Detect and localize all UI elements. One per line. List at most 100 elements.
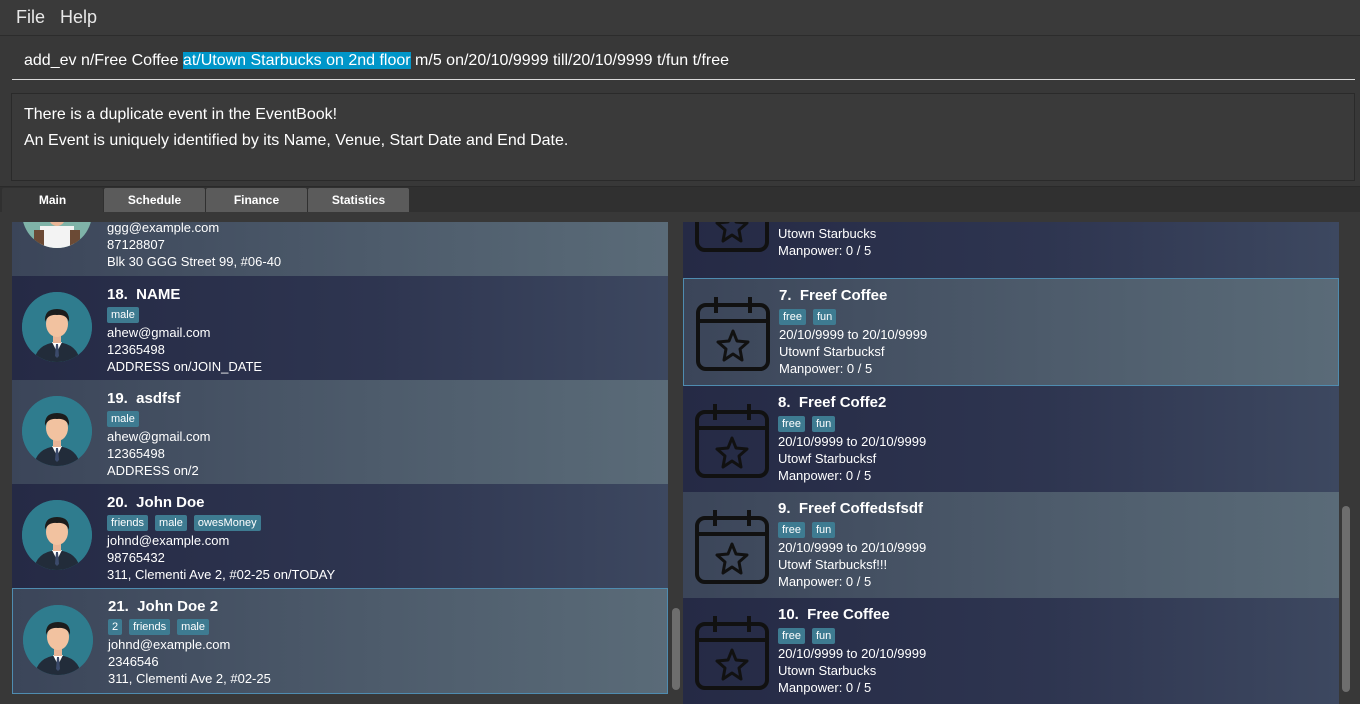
person-name: 19. asdfsf (107, 390, 181, 407)
male-avatar-icon (22, 292, 92, 362)
event-manpower: Manpower: 0 / 5 (778, 680, 872, 695)
person-card[interactable]: 20. John Doe friends male owesMoney john… (12, 484, 668, 588)
person-card[interactable]: 18. NAME male ahew@gmail.com 12365498 AD… (12, 276, 668, 380)
tab-finance[interactable]: Finance (206, 188, 307, 212)
command-box: add_ev n/Free Coffee at/Utown Starbucks … (0, 36, 1360, 88)
result-line-2: An Event is uniquely identified by its N… (24, 132, 569, 149)
command-text-before: add_ev n/Free Coffee (24, 52, 183, 69)
menu-bar: File Help (0, 0, 1360, 36)
event-dates: 20/10/9999 to 20/10/9999 (779, 327, 928, 342)
person-tags: male (107, 307, 139, 323)
event-venue: Utown Starbucks (778, 663, 877, 678)
person-email: ggg@example.com (107, 222, 220, 235)
tag-label: free (778, 416, 805, 432)
person-address: Blk 30 GGG Street 99, #06-40 (107, 254, 282, 269)
tag-label: free (778, 628, 805, 644)
calendar-star-icon (695, 510, 769, 584)
calendar-star-icon (696, 297, 770, 371)
event-card[interactable]: Utown Starbucks Manpower: 0 / 5 (683, 222, 1339, 278)
event-tags: free fun (778, 522, 836, 538)
event-manpower: Manpower: 0 / 5 (778, 574, 872, 589)
event-name: 7. Freef Coffee (779, 287, 888, 304)
person-address: 311, Clementi Ave 2, #02-25 (108, 671, 271, 686)
event-dates: 20/10/9999 to 20/10/9999 (778, 540, 927, 555)
event-card-selected[interactable]: 7. Freef Coffee free fun 20/10/9999 to 2… (683, 278, 1339, 386)
event-card[interactable]: 9. Freef Coffedsfsdf free fun 20/10/9999… (683, 492, 1339, 598)
tab-main[interactable]: Main (2, 188, 103, 212)
person-card[interactable]: 19. asdfsf male ahew@gmail.com 12365498 … (12, 380, 668, 484)
person-email: ahew@gmail.com (107, 325, 211, 340)
person-card-selected[interactable]: 21. John Doe 2 2 friends male johnd@exam… (12, 588, 668, 694)
tag-label: fun (811, 522, 836, 538)
person-phone: 12365498 (107, 446, 165, 461)
person-address: 311, Clementi Ave 2, #02-25 on/TODAY (107, 567, 336, 582)
command-text-selected: at/Utown Starbucks on 2nd floor (182, 52, 411, 69)
main-content: ggg@example.com 87128807 Blk 30 GGG Stre… (0, 212, 1360, 704)
tag-label: free (779, 309, 806, 325)
event-tags: free fun (778, 416, 836, 432)
tag-label: friends (107, 515, 149, 531)
calendar-star-icon (695, 616, 769, 690)
person-email: johnd@example.com (107, 533, 230, 548)
person-name: 21. John Doe 2 (108, 598, 219, 615)
person-name: 18. NAME (107, 286, 181, 303)
event-card[interactable]: 8. Freef Coffe2 free fun 20/10/9999 to 2… (683, 386, 1339, 492)
tag-label: male (107, 307, 139, 323)
event-name: 9. Freef Coffedsfsdf (778, 500, 924, 517)
event-card[interactable]: 10. Free Coffee free fun 20/10/9999 to 2… (683, 598, 1339, 704)
result-line-1: There is a duplicate event in the EventB… (24, 106, 338, 123)
tab-schedule[interactable]: Schedule (104, 188, 205, 212)
event-venue: Utownf Starbucksf (779, 344, 885, 359)
tag-label: male (107, 411, 139, 427)
person-email: ahew@gmail.com (107, 429, 211, 444)
event-name: 8. Freef Coffe2 (778, 394, 887, 411)
event-tags: free fun (778, 628, 836, 644)
tag-label: male (155, 515, 187, 531)
person-phone: 87128807 (107, 237, 165, 252)
tag-label: owesMoney (193, 515, 261, 531)
event-venue: Utown Starbucks (778, 226, 877, 241)
person-name: 20. John Doe (107, 494, 205, 511)
calendar-star-icon (695, 404, 769, 478)
event-dates: 20/10/9999 to 20/10/9999 (778, 646, 927, 661)
event-manpower: Manpower: 0 / 5 (778, 468, 872, 483)
tag-label: 2 (108, 619, 123, 635)
menu-help[interactable]: Help (60, 7, 97, 28)
tab-bar: Main Schedule Finance Statistics (0, 186, 1360, 212)
tag-label: fun (812, 309, 837, 325)
person-address: ADDRESS on/2 (107, 463, 199, 478)
calendar-star-icon (695, 222, 769, 252)
menu-file[interactable]: File (16, 7, 45, 28)
person-phone: 98765432 (107, 550, 165, 565)
event-dates: 20/10/9999 to 20/10/9999 (778, 434, 927, 449)
person-phone: 12365498 (107, 342, 165, 357)
person-tags: male (107, 411, 139, 427)
tag-label: friends (129, 619, 171, 635)
event-tags: free fun (779, 309, 837, 325)
male-avatar-icon (22, 396, 92, 466)
event-venue: Utowf Starbucksf!!! (778, 557, 888, 572)
person-tags: 2 friends male (108, 619, 209, 635)
male-avatar-icon (22, 500, 92, 570)
tag-label: fun (811, 628, 836, 644)
female-avatar-icon (22, 222, 92, 248)
event-list-scrollbar[interactable] (1342, 506, 1350, 692)
person-tags: friends male owesMoney (107, 515, 261, 531)
tag-label: male (177, 619, 209, 635)
male-avatar-icon (23, 605, 93, 675)
event-venue: Utowf Starbucksf (778, 451, 877, 466)
command-text-after: m/5 on/20/10/9999 till/20/10/9999 t/fun … (410, 52, 730, 69)
person-list-scrollbar[interactable] (672, 608, 680, 690)
event-list[interactable]: Utown Starbucks Manpower: 0 / 5 7. Freef… (683, 222, 1339, 704)
event-name: 10. Free Coffee (778, 606, 890, 623)
result-display[interactable]: There is a duplicate event in the EventB… (11, 93, 1355, 181)
person-email: johnd@example.com (108, 637, 231, 652)
command-input[interactable]: add_ev n/Free Coffee at/Utown Starbucks … (12, 44, 1355, 80)
tab-statistics[interactable]: Statistics (308, 188, 409, 212)
tag-label: fun (811, 416, 836, 432)
person-card[interactable]: ggg@example.com 87128807 Blk 30 GGG Stre… (12, 222, 668, 276)
tag-label: free (778, 522, 805, 538)
person-list[interactable]: ggg@example.com 87128807 Blk 30 GGG Stre… (12, 222, 668, 704)
person-phone: 2346546 (108, 654, 159, 669)
person-address: ADDRESS on/JOIN_DATE (107, 359, 263, 374)
